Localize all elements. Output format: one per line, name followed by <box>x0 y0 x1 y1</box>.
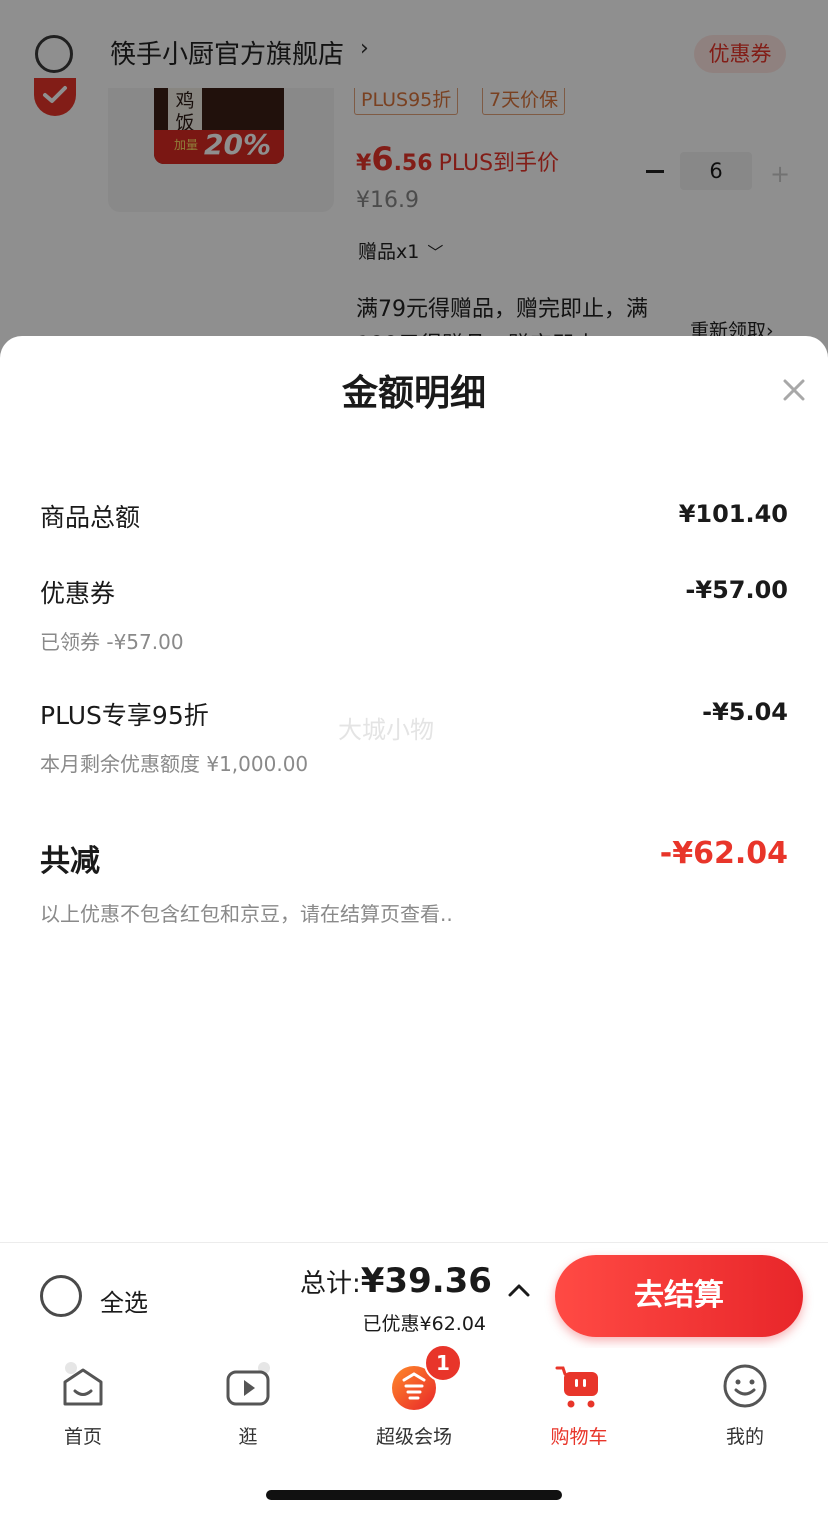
discount-note: 以上优惠不包含红包和京豆，请在结算页查看.. <box>40 902 453 926</box>
checkout-bar: 全选 总计:¥39.36 已优惠¥62.04 去结算 <box>0 1242 828 1349</box>
tab-home[interactable]: 首页 <box>28 1362 138 1452</box>
tab-mine[interactable]: 我的 <box>690 1362 800 1452</box>
total-amount: ¥39.36 <box>360 1261 492 1301</box>
total-price: 总计:¥39.36 <box>300 1261 492 1301</box>
modal-overlay[interactable] <box>0 0 828 380</box>
plus-discount-sub: 本月剩余优惠额度 ¥1,000.00 <box>40 752 309 776</box>
goods-total-label: 商品总额 <box>40 503 141 532</box>
select-all-label[interactable]: 全选 <box>100 1283 148 1318</box>
cart-icon <box>555 1366 598 1408</box>
notification-badge: 1 <box>424 1344 462 1382</box>
total-reduction-value: -¥62.04 <box>659 836 788 871</box>
coupon-value: -¥57.00 <box>685 576 788 604</box>
cart-background: 筷手小厨官方旗舰店 › 优惠券 鸡饭 加量 20% PLUS95折 7天价保 ¥… <box>0 0 828 380</box>
video-icon <box>226 1362 270 1406</box>
home-indicator[interactable] <box>266 1490 562 1500</box>
amount-detail-sheet: 金额明细 商品总额 ¥101.40 优惠券 -¥57.00 已领券 -¥57.0… <box>0 336 828 1242</box>
watermark: 大城小物 <box>338 716 434 744</box>
checkout-button[interactable]: 去结算 <box>555 1255 803 1337</box>
total-prefix: 总计: <box>300 1269 361 1299</box>
select-all-radio[interactable] <box>40 1275 82 1317</box>
sheet-title: 金额明细 <box>341 373 486 414</box>
tab-browse[interactable]: 逛 <box>193 1362 303 1452</box>
smiley-icon <box>723 1364 767 1408</box>
coupon-sub: 已领券 -¥57.00 <box>40 630 184 654</box>
home-icon <box>63 1362 103 1406</box>
plus-discount-value: -¥5.04 <box>702 698 788 726</box>
goods-total-value: ¥101.40 <box>678 500 788 528</box>
chevron-up-icon[interactable] <box>508 1283 530 1297</box>
tab-cart[interactable]: 购物车 <box>524 1362 634 1452</box>
close-icon[interactable] <box>776 372 812 408</box>
total-reduction-label: 共减 <box>40 844 100 879</box>
saved-amount: 已优惠¥62.04 <box>362 1313 486 1335</box>
plus-discount-label: PLUS专享95折 <box>40 701 209 730</box>
coupon-label: 优惠券 <box>40 579 116 608</box>
